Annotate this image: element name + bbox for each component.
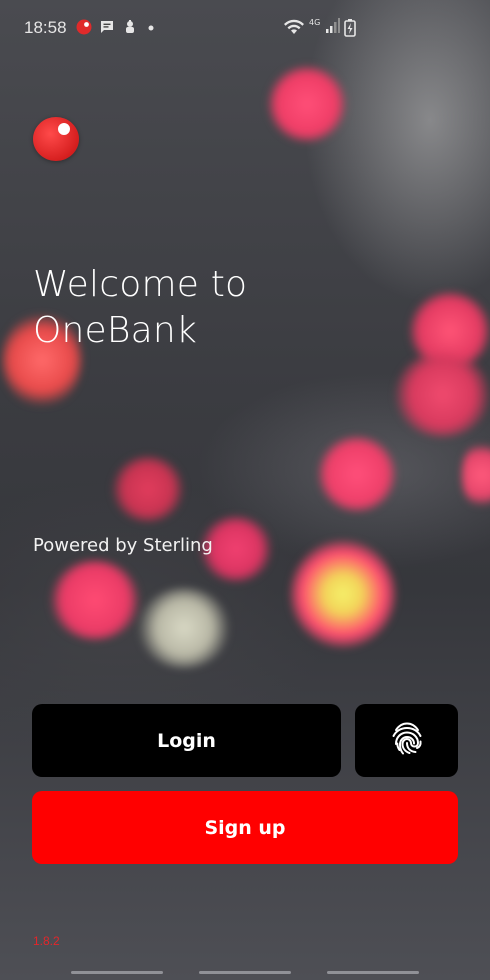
4g-signal-icon: 4G: [308, 17, 340, 33]
background-light: [50, 560, 140, 640]
background-light: [395, 352, 490, 437]
fingerprint-icon: [387, 718, 427, 763]
powered-by-text: Powered by Sterling: [33, 535, 213, 556]
background-light: [112, 456, 184, 522]
gesture-bar-right[interactable]: [327, 971, 419, 974]
welcome-line-1: Welcome to: [33, 264, 248, 305]
background-light: [290, 540, 396, 648]
welcome-screen: 18:58 4G Welcome to OneBank Powered by S…: [0, 0, 490, 980]
onebank-logo: [33, 117, 79, 161]
welcome-heading: Welcome to OneBank: [33, 262, 453, 354]
signup-button[interactable]: Sign up: [32, 791, 458, 864]
status-bar: 18:58 4G: [0, 0, 490, 56]
logo-dot: [58, 123, 70, 135]
chat-icon: [99, 19, 115, 35]
dot-icon: [146, 19, 162, 35]
wifi-icon: [283, 19, 305, 35]
battery-charging-icon: [344, 19, 356, 37]
background-light: [462, 440, 490, 510]
usb-debug-icon: [122, 19, 138, 35]
background-light: [138, 588, 230, 668]
app-version: 1.8.2: [33, 934, 60, 948]
login-button[interactable]: Login: [32, 704, 341, 777]
app-notification-icon: [76, 19, 92, 35]
welcome-line-2: OneBank: [33, 310, 197, 351]
gesture-bar-center[interactable]: [199, 971, 291, 974]
background-light: [268, 66, 346, 142]
background-light: [318, 436, 396, 512]
gesture-bar-left[interactable]: [71, 971, 163, 974]
fingerprint-login-button[interactable]: [355, 704, 458, 777]
status-time: 18:58: [24, 18, 67, 37]
svg-text:4G: 4G: [309, 18, 320, 27]
